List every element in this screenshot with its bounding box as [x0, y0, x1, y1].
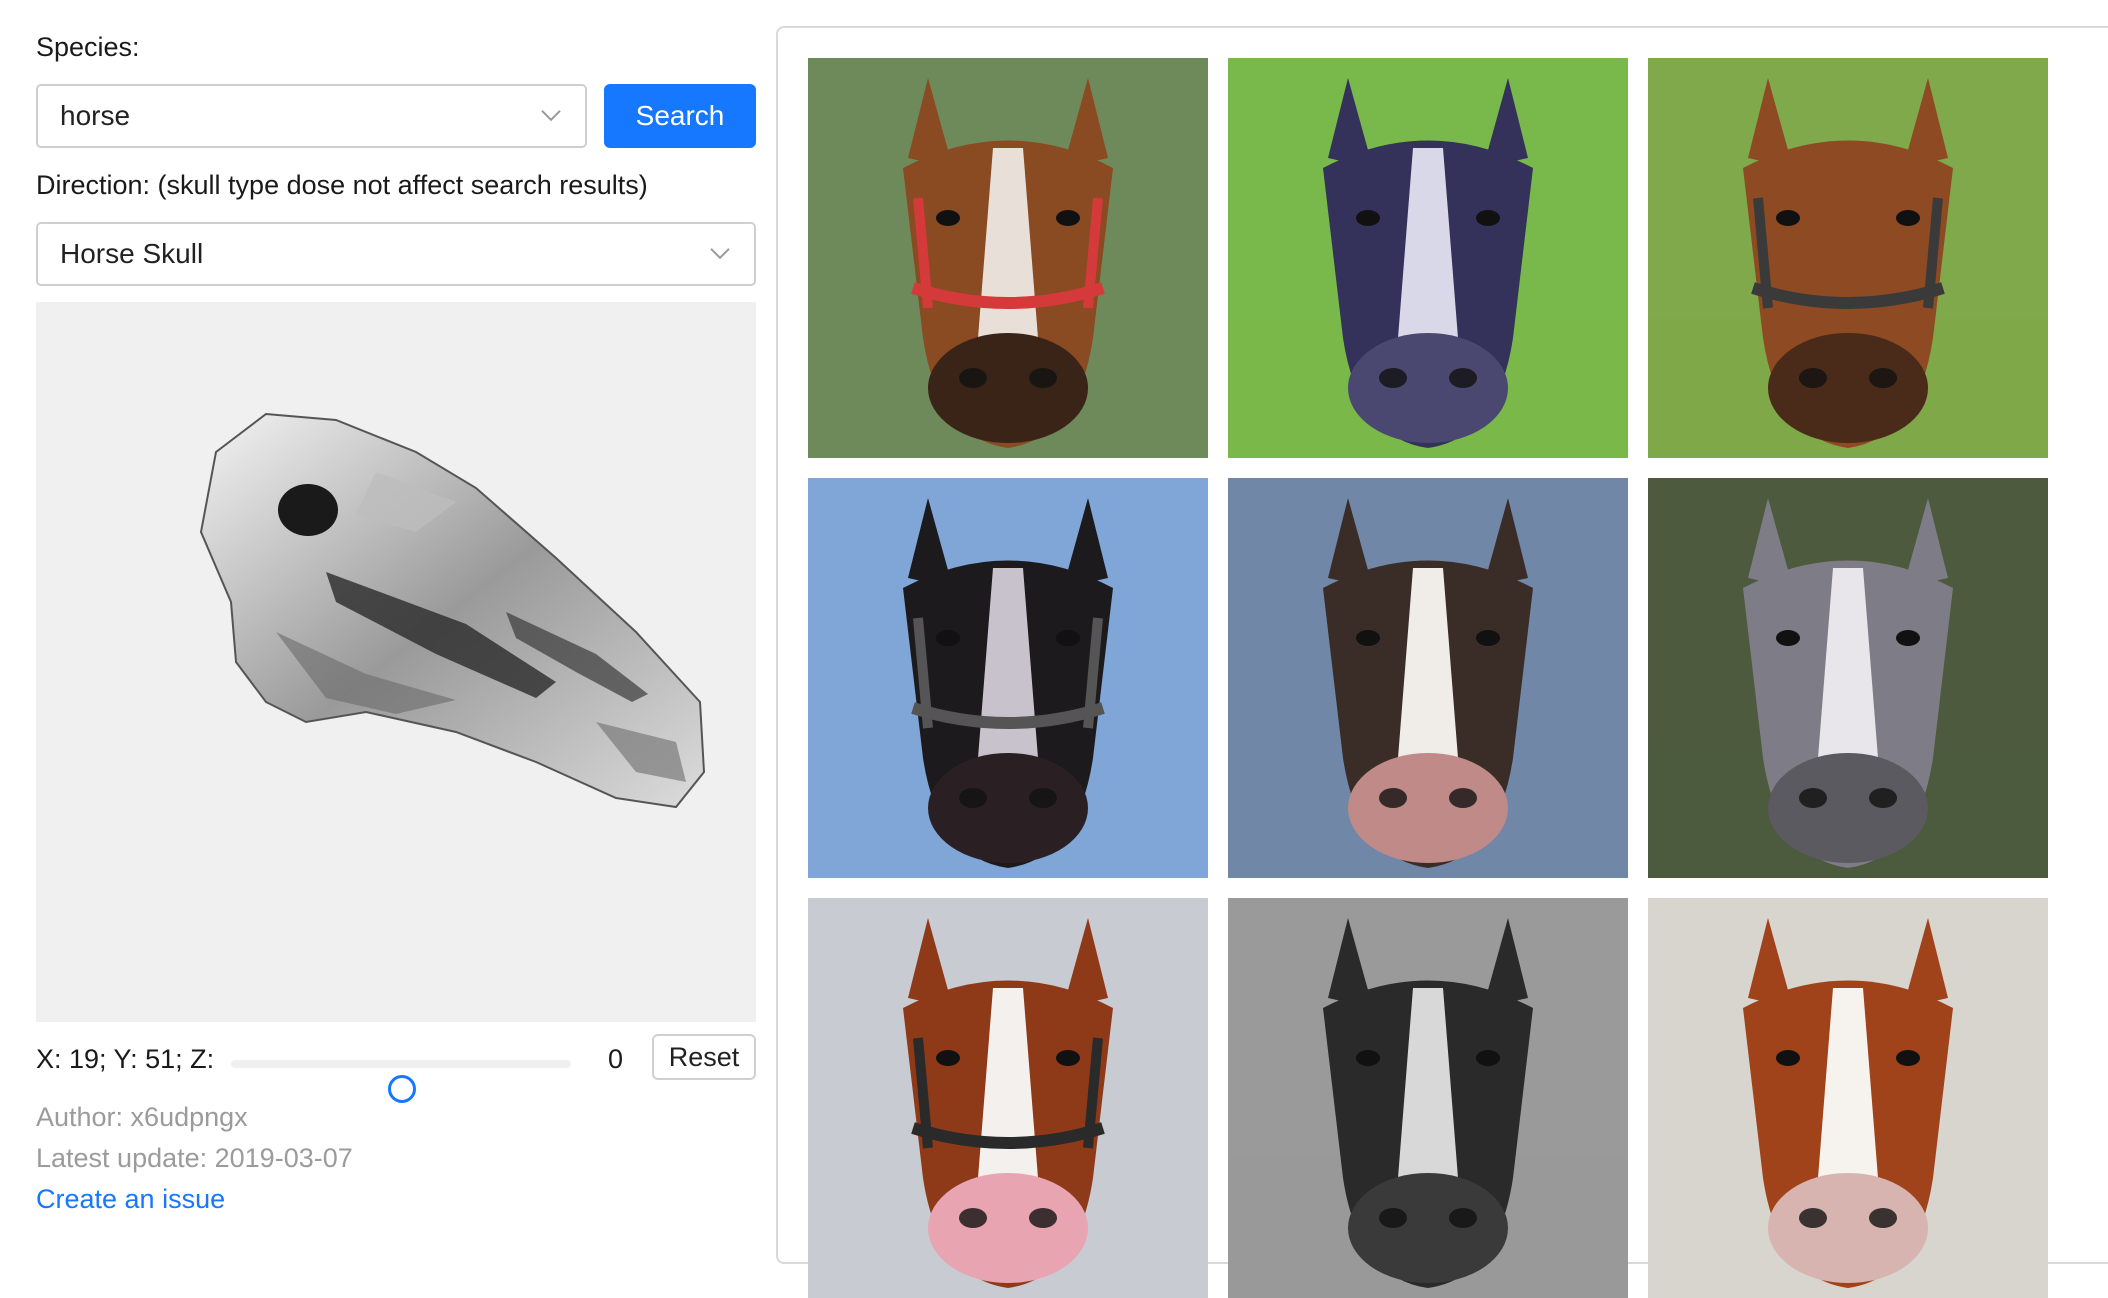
- horse-photo-1[interactable]: [808, 58, 1208, 458]
- horse-photo-7[interactable]: [808, 898, 1208, 1298]
- latest-update-text: Latest update: 2019-03-07: [36, 1143, 353, 1173]
- horse-photo-5[interactable]: [1228, 478, 1628, 878]
- rotation-control: X: 19; Y: 51; Z: 0 Reset: [36, 1034, 756, 1103]
- horse-photo-9[interactable]: [1648, 898, 2048, 1298]
- reset-button[interactable]: Reset: [652, 1034, 756, 1080]
- horse-photo-8[interactable]: [1228, 898, 1628, 1298]
- direction-label: Direction: (skull type dose not affect s…: [36, 170, 648, 200]
- z-rotation-slider[interactable]: [231, 1060, 571, 1103]
- create-issue-link[interactable]: Create an issue: [36, 1184, 225, 1215]
- species-select[interactable]: horse: [36, 84, 587, 148]
- search-button[interactable]: Search: [604, 84, 756, 148]
- coordinate-readout: X: 19; Y: 51; Z:: [36, 1044, 215, 1074]
- horse-photo-4[interactable]: [808, 478, 1208, 878]
- author-text: Author: x6udpngx: [36, 1102, 248, 1132]
- control-panel: Species: horse Search Direction: (skull …: [36, 0, 756, 1290]
- species-label: Species:: [36, 32, 140, 62]
- chevron-down-icon: [541, 97, 561, 129]
- slider-handle[interactable]: [388, 1075, 416, 1103]
- search-results-grid: [776, 26, 2108, 1298]
- chevron-down-icon: [710, 235, 730, 267]
- z-value: 0: [608, 1044, 624, 1074]
- skull-3d-viewer[interactable]: [36, 302, 756, 1022]
- direction-value: Horse Skull: [60, 238, 204, 269]
- horse-skull-model: [199, 412, 706, 809]
- horse-photo-2[interactable]: [1228, 58, 1628, 458]
- direction-select[interactable]: Horse Skull: [36, 222, 756, 286]
- species-value: horse: [60, 100, 131, 131]
- horse-photo-3[interactable]: [1648, 58, 2048, 458]
- horse-photo-6[interactable]: [1648, 478, 2048, 878]
